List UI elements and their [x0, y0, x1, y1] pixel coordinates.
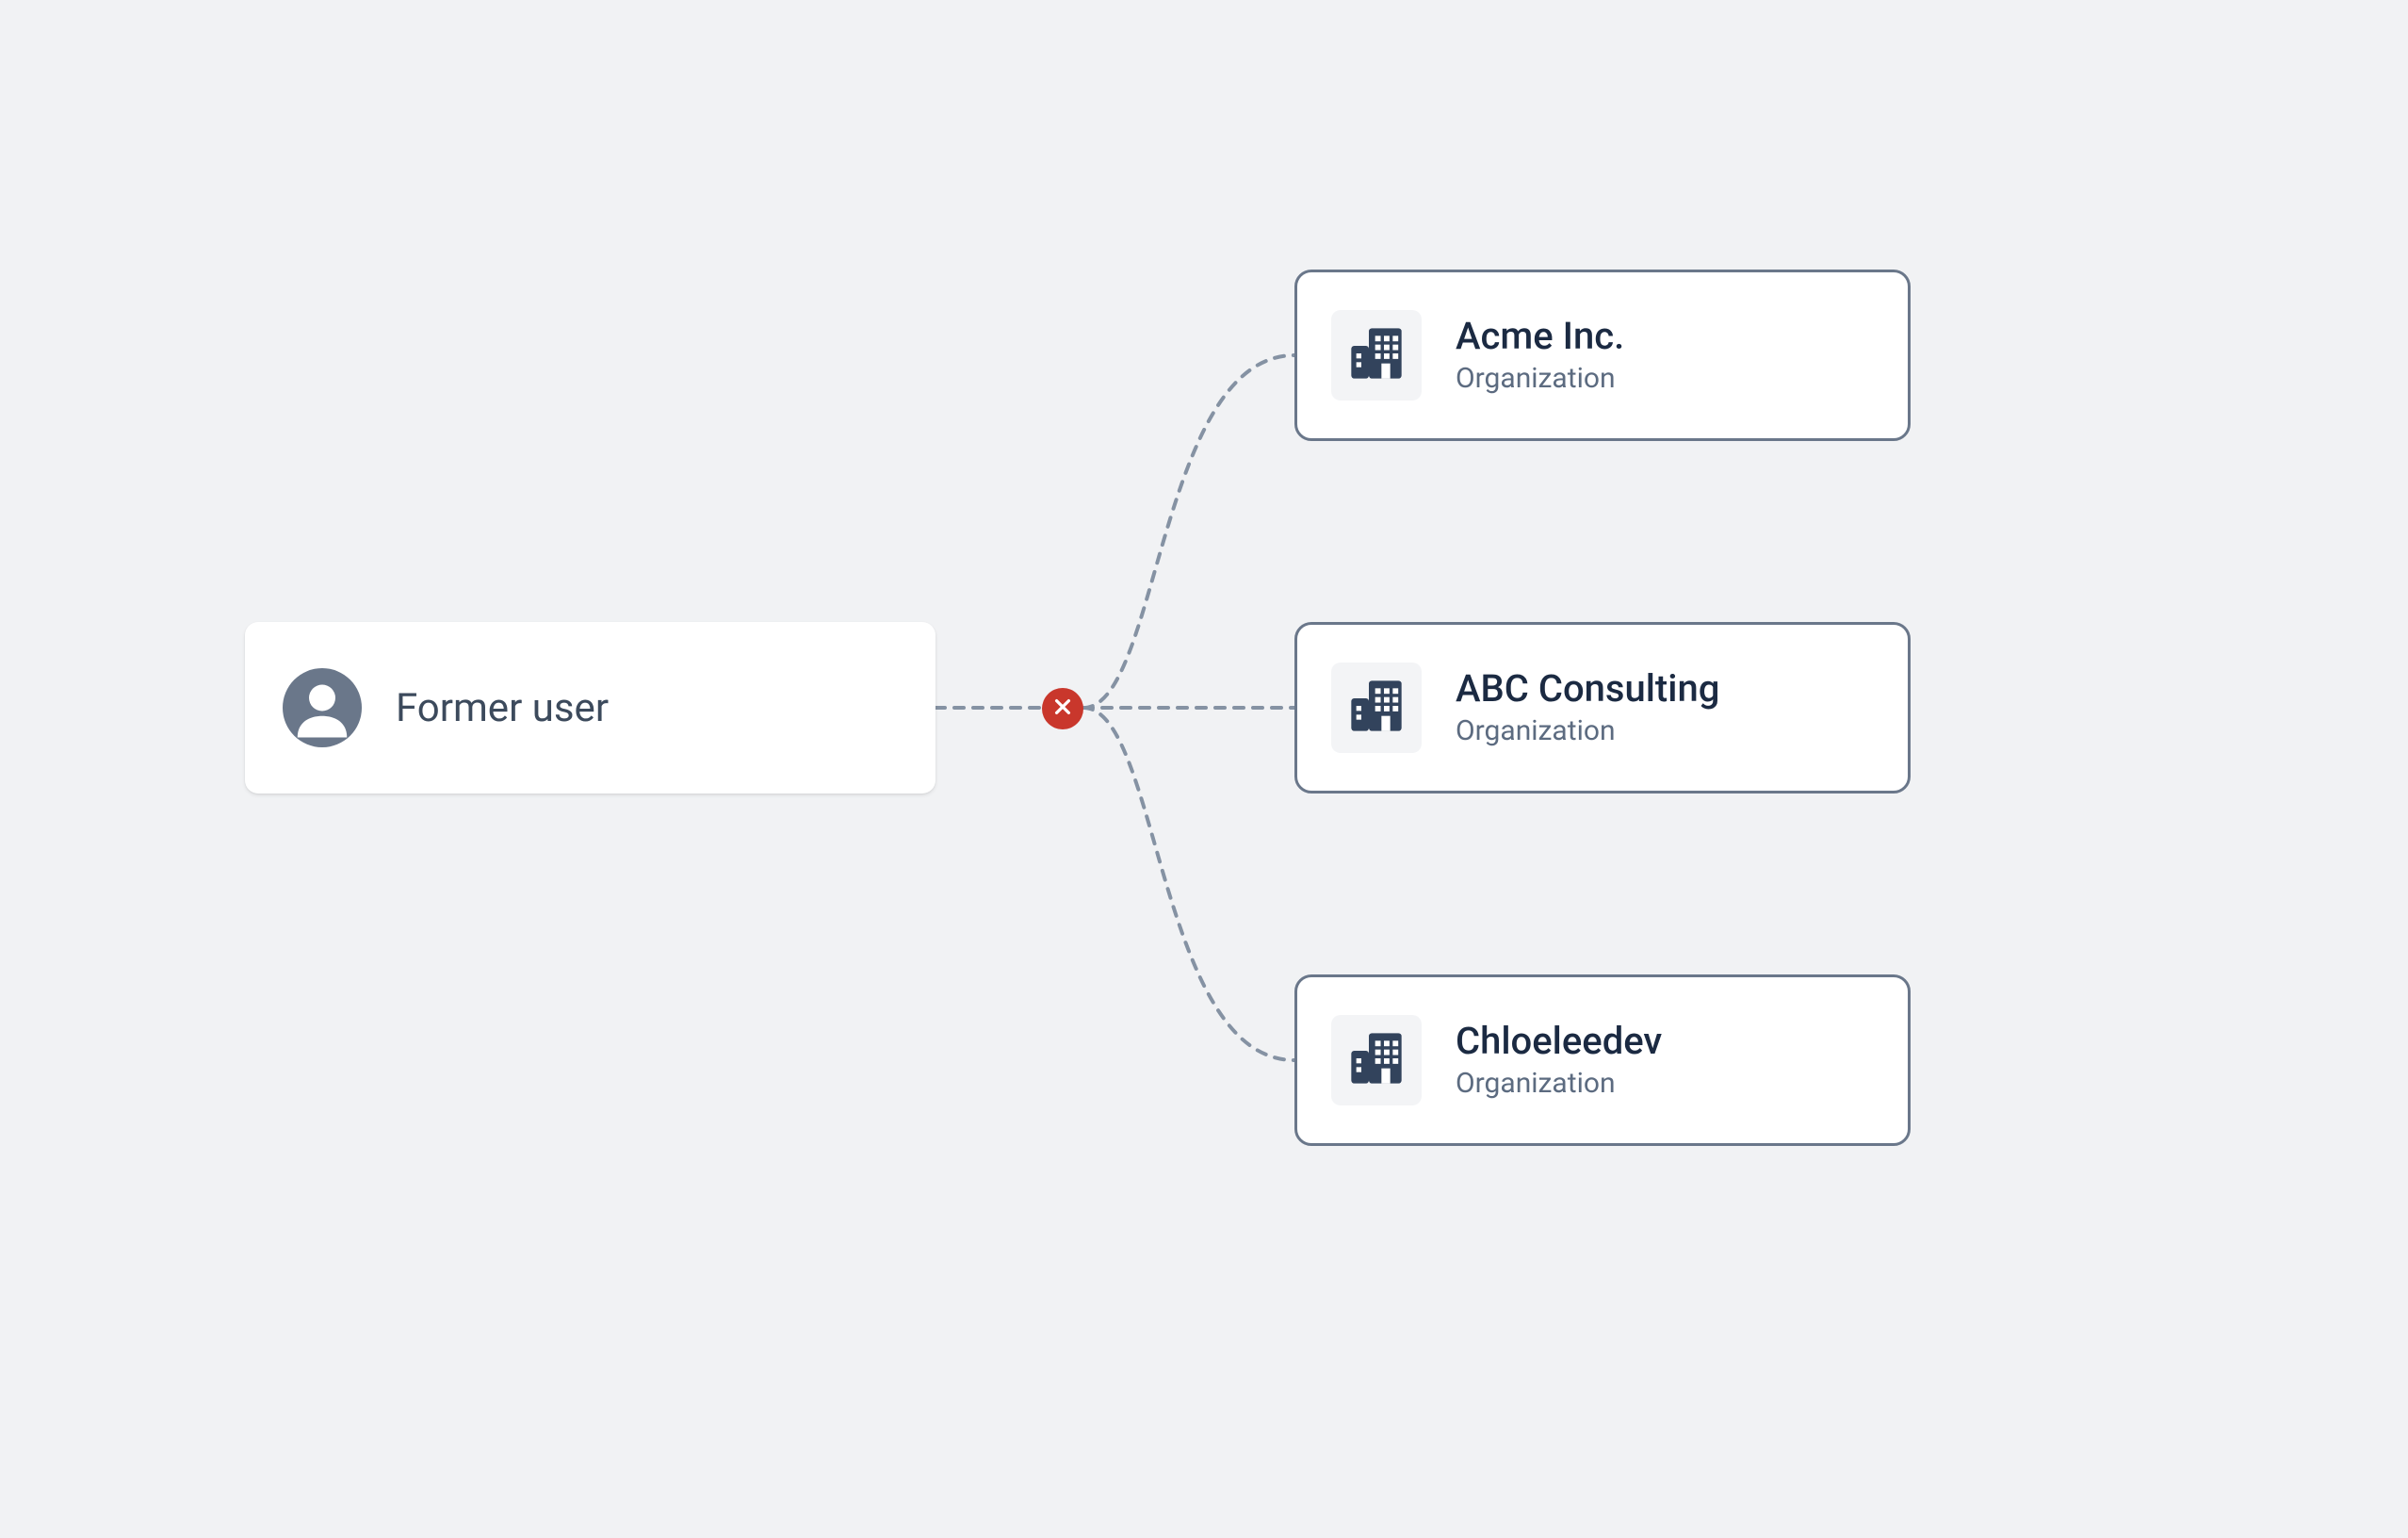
building-icon: [1346, 1028, 1407, 1092]
user-label: Former user: [396, 685, 609, 731]
disconnect-badge: [1042, 688, 1083, 729]
organization-name: Acme Inc.: [1456, 315, 1624, 358]
user-card: Former user: [245, 622, 936, 794]
close-icon: [1052, 696, 1073, 721]
organization-card: ABC Consulting Organization: [1294, 622, 1911, 794]
organization-text: ABC Consulting Organization: [1456, 667, 1719, 748]
organization-text: Acme Inc. Organization: [1456, 315, 1624, 396]
organization-type: Organization: [1456, 362, 1624, 396]
organization-text: Chloeleedev Organization: [1456, 1020, 1662, 1101]
organization-name: ABC Consulting: [1456, 667, 1719, 711]
organization-card: Chloeleedev Organization: [1294, 974, 1911, 1146]
organization-icon-wrap: [1331, 1015, 1422, 1105]
building-icon: [1346, 676, 1407, 740]
organization-name: Chloeleedev: [1456, 1020, 1662, 1063]
user-avatar-icon: [283, 668, 362, 747]
organization-icon-wrap: [1331, 310, 1422, 401]
diagram-canvas: Former user: [0, 0, 2408, 1538]
organization-icon-wrap: [1331, 663, 1422, 753]
organization-type: Organization: [1456, 1067, 1662, 1101]
building-icon: [1346, 323, 1407, 387]
organization-card: Acme Inc. Organization: [1294, 270, 1911, 441]
organization-type: Organization: [1456, 714, 1719, 748]
